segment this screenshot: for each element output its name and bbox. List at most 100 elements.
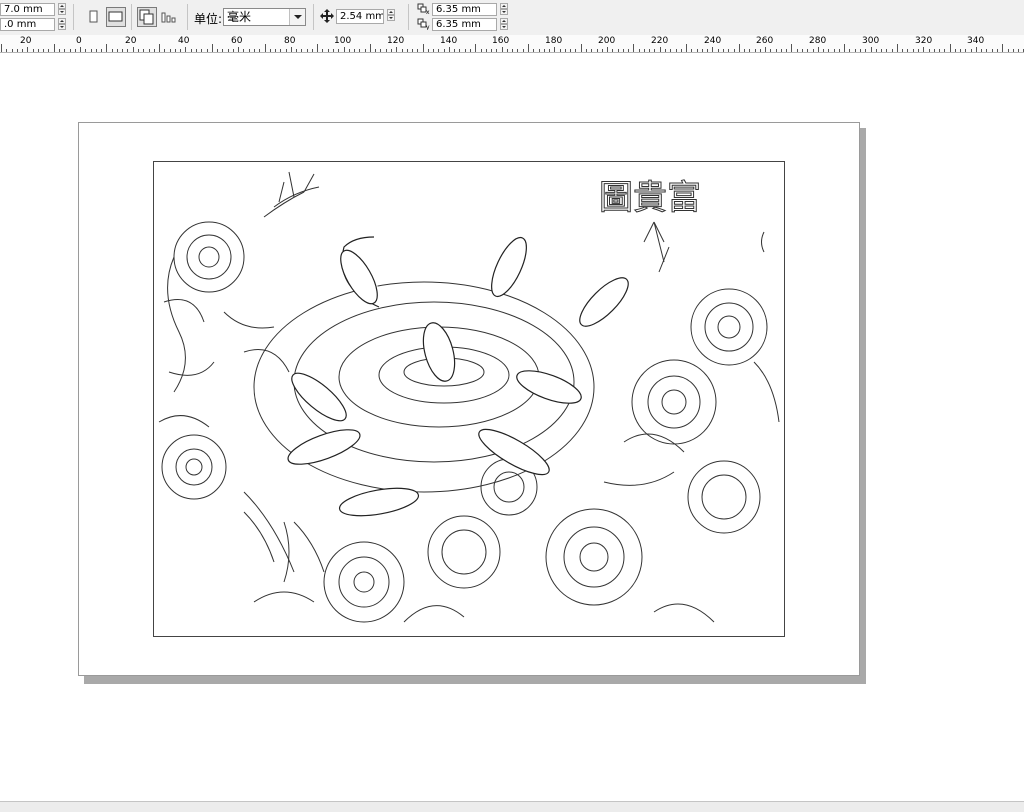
ruler-tick: [133, 47, 134, 52]
ruler-tick: [428, 49, 429, 52]
ruler-tick: [865, 49, 866, 52]
ruler-tick: [112, 49, 113, 52]
object-y-field[interactable]: .0 mm: [0, 18, 55, 31]
nudge-distance-field[interactable]: 2.54 mm: [336, 9, 384, 24]
ruler-tick: [449, 47, 450, 52]
ruler-tick: [939, 49, 940, 52]
ruler-tick: [523, 49, 524, 52]
ruler-tick: [544, 49, 545, 52]
object-x-spinner[interactable]: [58, 3, 67, 16]
ruler-tick: [349, 49, 350, 52]
ruler-label: 160: [492, 36, 510, 46]
line-art-drawing[interactable]: 圖貴富: [154, 162, 784, 636]
ruler-tick: [417, 49, 418, 52]
ruler-tick: [17, 49, 18, 52]
ruler-tick: [765, 47, 766, 52]
ruler-tick: [591, 49, 592, 52]
ruler-tick: [633, 44, 634, 52]
ruler-tick: [950, 44, 951, 52]
ruler-tick: [644, 49, 645, 52]
horizontal-ruler[interactable]: 20 0 20 40 60 80 100 120 140 160 180 200…: [0, 35, 1024, 53]
unit-select[interactable]: 毫米: [223, 8, 306, 26]
nudge-spinner[interactable]: [387, 9, 396, 22]
ruler-tick: [328, 49, 329, 52]
ruler-label: 60: [231, 36, 243, 46]
horizontal-scrollbar[interactable]: [0, 801, 1024, 812]
ruler-tick: [27, 47, 28, 52]
separator: [131, 4, 132, 30]
ruler-tick: [481, 49, 482, 52]
ruler-tick: [549, 49, 550, 52]
ruler-tick: [855, 49, 856, 52]
ruler-tick: [180, 49, 181, 52]
ruler-tick: [486, 49, 487, 52]
ruler-tick: [960, 49, 961, 52]
ruler-tick: [6, 49, 7, 52]
ruler-tick: [175, 49, 176, 52]
ruler-label: 80: [284, 36, 296, 46]
ruler-tick: [249, 49, 250, 52]
ruler-tick: [670, 49, 671, 52]
ruler-tick: [560, 49, 561, 52]
property-bar: 7.0 mm .0 mm 单位: 毫米 2.54 mm x 6.35 mm y …: [0, 0, 1024, 36]
current-page-icon: [161, 12, 176, 23]
ruler-tick: [444, 49, 445, 52]
ruler-tick: [818, 47, 819, 52]
object-y-spinner[interactable]: [58, 18, 67, 31]
ruler-tick: [934, 49, 935, 52]
portrait-page-button[interactable]: [84, 7, 104, 27]
duplicate-y-spinner[interactable]: [500, 18, 509, 31]
ruler-tick: [196, 49, 197, 52]
object-x-field[interactable]: 7.0 mm: [0, 3, 55, 16]
ruler-label: 20: [20, 36, 32, 46]
ruler-tick: [291, 47, 292, 52]
ruler-tick: [612, 49, 613, 52]
ruler-tick: [75, 49, 76, 52]
duplicate-y-field[interactable]: 6.35 mm: [432, 18, 497, 31]
ruler-label: 320: [915, 36, 933, 46]
ruler-tick: [997, 49, 998, 52]
ruler-tick: [491, 49, 492, 52]
artwork-frame[interactable]: 圖貴富: [153, 161, 785, 637]
ruler-tick: [649, 49, 650, 52]
landscape-page-button[interactable]: [106, 7, 126, 27]
ruler-tick: [54, 44, 55, 52]
ruler-label: 100: [334, 36, 352, 46]
ruler-tick: [64, 49, 65, 52]
ruler-label: 120: [387, 36, 405, 46]
ruler-tick: [402, 49, 403, 52]
duplicate-x-field[interactable]: 6.35 mm: [432, 3, 497, 16]
ruler-tick: [407, 49, 408, 52]
ruler-tick: [554, 47, 555, 52]
ruler-tick: [159, 44, 160, 52]
ruler-tick: [712, 47, 713, 52]
ruler-label: 140: [440, 36, 458, 46]
ruler-tick: [581, 44, 582, 52]
ruler-tick: [691, 49, 692, 52]
ruler-tick: [702, 49, 703, 52]
ruler-tick: [365, 49, 366, 52]
ruler-label: 0: [76, 36, 82, 46]
ruler-tick: [913, 49, 914, 52]
ruler-tick: [828, 49, 829, 52]
separator: [313, 4, 314, 30]
ruler-tick: [106, 44, 107, 52]
all-pages-button[interactable]: [137, 7, 157, 27]
nudge-icon: [320, 9, 334, 23]
ruler-tick: [876, 49, 877, 52]
ruler-tick: [317, 44, 318, 52]
ruler-tick: [143, 49, 144, 52]
ruler-tick: [823, 49, 824, 52]
duplicate-x-icon: x: [417, 3, 430, 15]
ruler-tick: [185, 47, 186, 52]
ruler-tick: [212, 44, 213, 52]
duplicate-x-spinner[interactable]: [500, 3, 509, 16]
drawing-canvas[interactable]: 圖貴富: [0, 53, 1024, 801]
ruler-tick: [849, 49, 850, 52]
current-page-button[interactable]: [160, 7, 180, 27]
ruler-tick: [502, 47, 503, 52]
ruler-tick: [770, 49, 771, 52]
ruler-tick: [238, 47, 239, 52]
ruler-tick: [138, 49, 139, 52]
ruler-tick: [201, 49, 202, 52]
